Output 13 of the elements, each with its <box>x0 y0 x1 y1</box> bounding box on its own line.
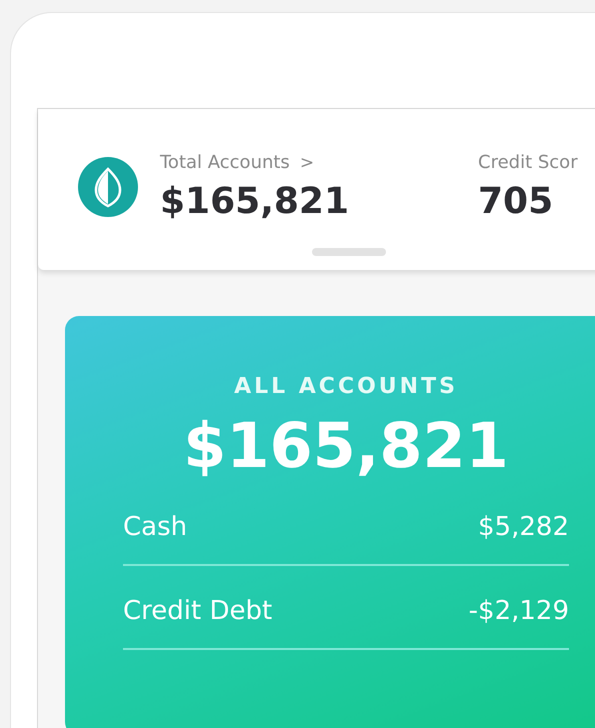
drag-handle[interactable] <box>312 248 386 256</box>
summary-label: Total Accounts <box>160 152 290 173</box>
card-title: ALL ACCOUNTS <box>233 374 459 399</box>
account-amount: -$2,129 <box>468 596 569 626</box>
account-label: Credit Debt <box>123 596 272 626</box>
account-label: Cash <box>123 512 188 542</box>
summary-value: 705 <box>478 181 554 222</box>
summary-value: $165,821 <box>160 181 350 222</box>
account-amount: $5,282 <box>478 512 569 542</box>
chevron-link[interactable]: > <box>300 152 314 172</box>
leaf-logo-icon <box>78 157 138 217</box>
total-amount: $165,821 <box>182 409 510 482</box>
summary-label: Credit Scor <box>478 152 578 173</box>
